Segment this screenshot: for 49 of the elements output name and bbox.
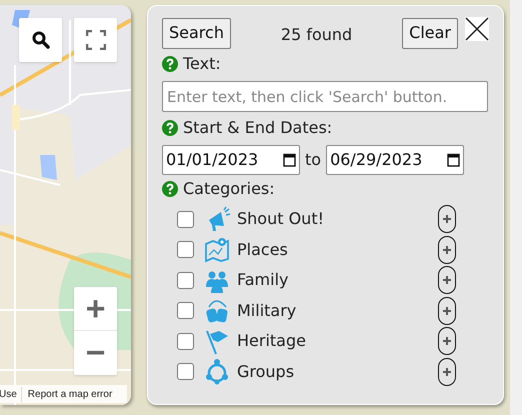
search-button[interactable] bbox=[19, 18, 62, 62]
plus-icon bbox=[443, 215, 451, 224]
checkbox[interactable] bbox=[177, 272, 194, 289]
clear-button[interactable]: Clear bbox=[402, 18, 458, 48]
date-separator: to bbox=[305, 149, 322, 171]
plus-icon bbox=[443, 276, 451, 284]
plus-icon bbox=[443, 246, 451, 254]
field-label: Start & End Dates: bbox=[183, 117, 332, 139]
category-label: Heritage bbox=[237, 330, 307, 352]
expand-button[interactable] bbox=[438, 205, 456, 234]
search-text-field[interactable]: Enter text, then click 'Search' button. bbox=[162, 81, 488, 112]
checkbox[interactable] bbox=[177, 302, 194, 320]
plus-icon bbox=[443, 306, 451, 315]
expand-button[interactable] bbox=[438, 358, 456, 386]
result-count: 25 found bbox=[280, 24, 354, 46]
checkbox[interactable] bbox=[177, 210, 194, 228]
fullscreen-icon bbox=[86, 30, 106, 50]
group-icon bbox=[204, 358, 231, 386]
plus-icon bbox=[443, 368, 451, 376]
search-icon bbox=[32, 31, 50, 49]
search-button[interactable]: Search bbox=[162, 18, 231, 48]
category-label: Military bbox=[237, 300, 298, 322]
expand-button[interactable] bbox=[438, 296, 456, 325]
zoom-out-button[interactable]: − bbox=[74, 330, 117, 374]
calendar-icon[interactable] bbox=[283, 153, 296, 167]
help-icon[interactable] bbox=[162, 56, 178, 72]
calendar-icon[interactable] bbox=[447, 153, 460, 167]
date-field[interactable]: 06/29/2023 bbox=[326, 145, 464, 175]
category-label: Family bbox=[237, 269, 290, 292]
checkbox[interactable] bbox=[177, 363, 194, 380]
fullscreen-button[interactable] bbox=[74, 18, 117, 62]
field-label: Text: bbox=[183, 53, 221, 75]
expand-button[interactable] bbox=[438, 236, 456, 264]
expand-button[interactable] bbox=[438, 266, 456, 294]
map-link[interactable]: Use bbox=[0, 386, 22, 402]
checkbox[interactable] bbox=[177, 241, 194, 258]
close-button[interactable] bbox=[465, 17, 489, 41]
category-label: Places bbox=[237, 238, 289, 261]
category-label: Shout Out! bbox=[237, 208, 326, 230]
date-field[interactable]: 01/01/2023 bbox=[162, 145, 300, 175]
help-icon[interactable] bbox=[162, 120, 178, 136]
map-pin-icon bbox=[204, 236, 231, 264]
category-label: Groups bbox=[237, 360, 296, 383]
expand-button[interactable] bbox=[438, 327, 456, 356]
field-label: Categories: bbox=[183, 178, 275, 200]
help-icon[interactable] bbox=[162, 181, 178, 197]
checkbox[interactable] bbox=[177, 332, 194, 350]
map-link[interactable]: Report a map error bbox=[28, 386, 112, 402]
plus-icon bbox=[443, 337, 451, 346]
